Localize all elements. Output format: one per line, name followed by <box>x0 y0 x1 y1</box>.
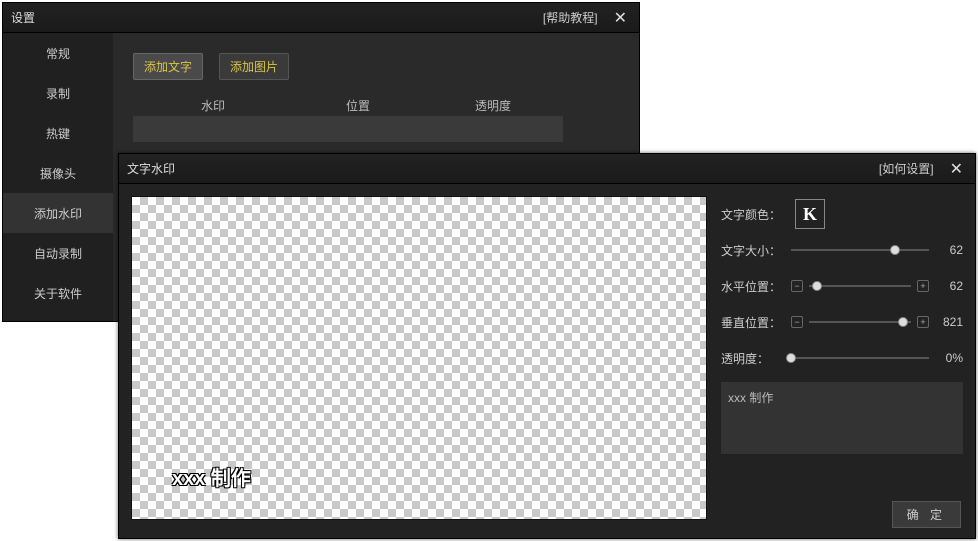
vpos-label: 垂直位置： <box>721 314 785 331</box>
vpos-plus-icon[interactable]: + <box>917 316 929 328</box>
vpos-slider[interactable] <box>809 315 911 329</box>
hpos-label: 水平位置： <box>721 278 785 295</box>
controls-panel: 文字颜色： K 文字大小： 62 水平位置： − + 62 垂直位 <box>721 196 963 526</box>
hpos-slider[interactable] <box>809 279 911 293</box>
settings-sidebar: 常规 录制 热键 摄像头 添加水印 自动录制 关于软件 <box>3 33 113 321</box>
vpos-value: 821 <box>935 315 963 329</box>
textwm-help-link[interactable]: [如何设置] <box>879 160 934 177</box>
sidebar-item-watermark[interactable]: 添加水印 <box>3 193 113 233</box>
hpos-plus-icon[interactable]: + <box>917 280 929 292</box>
table-header-watermark: 水印 <box>133 97 293 114</box>
textwm-close-icon[interactable]: ✕ <box>946 159 967 179</box>
settings-close-icon[interactable]: ✕ <box>610 8 631 28</box>
opacity-label: 透明度： <box>721 350 785 367</box>
ok-button[interactable]: 确 定 <box>892 501 961 528</box>
table-header-position: 位置 <box>293 97 423 114</box>
color-glyph: K <box>803 204 817 225</box>
table-header-opacity: 透明度 <box>423 97 563 114</box>
sidebar-item-camera[interactable]: 摄像头 <box>3 153 113 193</box>
text-watermark-window: 文字水印 [如何设置] ✕ xxx 制作 文字颜色： K 文字大小： 62 水平… <box>118 153 976 539</box>
textwm-title: 文字水印 <box>127 160 175 177</box>
add-image-button[interactable]: 添加图片 <box>219 53 289 80</box>
color-swatch[interactable]: K <box>795 199 825 229</box>
opacity-value: 0% <box>935 351 963 365</box>
textwm-titlebar: 文字水印 [如何设置] ✕ <box>119 154 975 184</box>
hpos-value: 62 <box>935 279 963 293</box>
opacity-slider[interactable] <box>791 351 929 365</box>
size-slider[interactable] <box>791 243 929 257</box>
add-text-button[interactable]: 添加文字 <box>133 53 203 80</box>
size-value: 62 <box>935 243 963 257</box>
watermark-text-input[interactable] <box>721 382 963 454</box>
sidebar-item-hotkey[interactable]: 热键 <box>3 113 113 153</box>
sidebar-item-record[interactable]: 录制 <box>3 73 113 113</box>
preview-text: xxx 制作 <box>172 462 251 491</box>
color-label: 文字颜色： <box>721 206 785 223</box>
vpos-minus-icon[interactable]: − <box>791 316 803 328</box>
sidebar-item-autorecord[interactable]: 自动录制 <box>3 233 113 273</box>
watermark-preview[interactable]: xxx 制作 <box>131 196 707 520</box>
settings-title: 设置 <box>11 9 35 26</box>
settings-help-link[interactable]: [帮助教程] <box>543 9 598 26</box>
sidebar-item-general[interactable]: 常规 <box>3 33 113 73</box>
watermark-table: 水印 位置 透明度 <box>133 94 563 142</box>
size-label: 文字大小： <box>721 242 785 259</box>
table-body-empty <box>133 116 563 142</box>
hpos-minus-icon[interactable]: − <box>791 280 803 292</box>
sidebar-item-about[interactable]: 关于软件 <box>3 273 113 313</box>
settings-titlebar: 设置 [帮助教程] ✕ <box>3 3 639 33</box>
